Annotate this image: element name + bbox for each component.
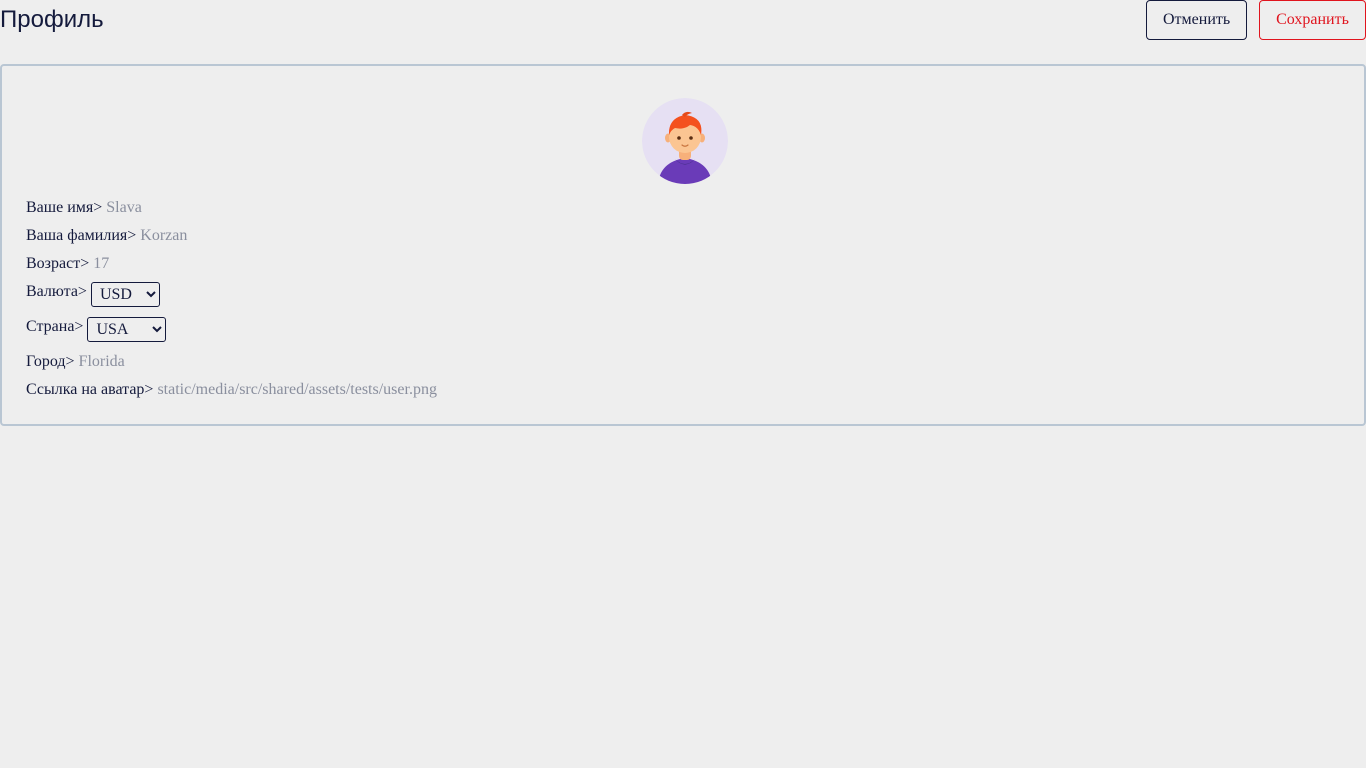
last-name-label: Ваша фамилия> <box>26 227 137 244</box>
cancel-button[interactable]: Отменить <box>1146 0 1247 40</box>
page-header: Профиль Отменить Сохранить <box>0 0 1366 40</box>
age-field: Возраст> 17 <box>26 254 109 274</box>
first-name-field: Ваше имя> Slava <box>26 198 142 218</box>
city-label: Город> <box>26 353 75 370</box>
city-field: Город> Florida <box>26 352 125 372</box>
city-input[interactable]: Florida <box>79 353 125 370</box>
currency-select[interactable]: USD <box>90 282 160 307</box>
country-select[interactable]: USA <box>87 317 167 342</box>
currency-label: Валюта> <box>26 283 87 300</box>
first-name-input[interactable]: Slava <box>106 199 142 216</box>
avatar-link-field: Ссылка на аватар> static/media/src/shared… <box>26 380 437 400</box>
country-label: Страна> <box>26 318 84 335</box>
last-name-field: Ваша фамилия> Korzan <box>26 226 187 246</box>
last-name-input[interactable]: Korzan <box>140 227 187 244</box>
first-name-label: Ваше имя> <box>26 199 103 216</box>
age-label: Возраст> <box>26 255 90 272</box>
page-title: Профиль <box>0 6 104 33</box>
save-button[interactable]: Сохранить <box>1259 0 1366 40</box>
profile-card: Ваше имя> Slava Ваша фамилия> Korzan Возра… <box>0 64 1366 426</box>
avatar-link-input[interactable]: static/media/src/shared/assets/tests/use… <box>157 381 437 398</box>
country-field: Страна> USA <box>26 317 167 342</box>
currency-field: Валюта> USD <box>26 282 160 307</box>
age-input[interactable]: 17 <box>93 255 109 272</box>
avatar-link-label: Ссылка на аватар> <box>26 381 154 398</box>
user-avatar-icon <box>642 98 728 184</box>
